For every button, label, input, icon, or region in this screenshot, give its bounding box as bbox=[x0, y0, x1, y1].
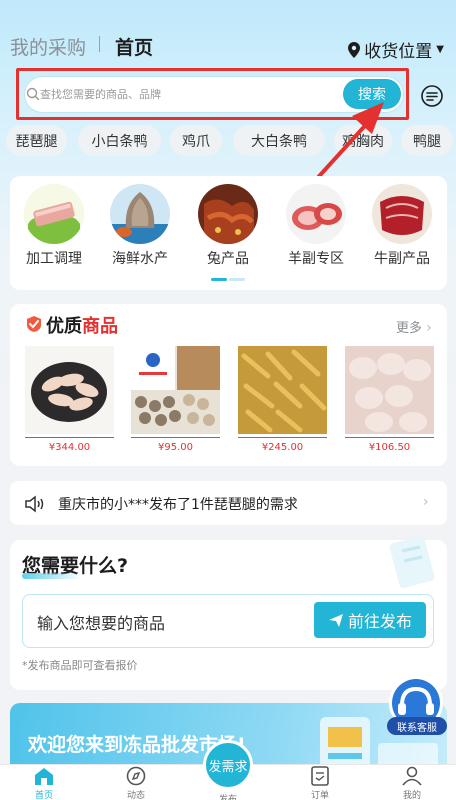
chevron-right-icon: › bbox=[423, 494, 429, 510]
product-card[interactable]: ¥106.50 bbox=[345, 346, 434, 453]
demand-input-placeholder[interactable]: 输入您想要的商品 bbox=[37, 610, 165, 634]
delivery-location-selector[interactable]: 收货位置 ▼ bbox=[348, 37, 444, 62]
product-image bbox=[131, 346, 220, 434]
customer-service-label[interactable]: 联系客服 bbox=[387, 717, 447, 735]
product-card[interactable]: ¥245.00 bbox=[238, 346, 327, 453]
category-lamb[interactable]: 羊副专区 bbox=[284, 184, 348, 268]
nav-label: 首页 bbox=[34, 791, 53, 800]
price-divider bbox=[25, 437, 114, 438]
product-price: ¥245.00 bbox=[261, 442, 304, 453]
quality-badge-icon bbox=[27, 316, 41, 332]
category-processed[interactable]: 加工调理 bbox=[22, 184, 86, 268]
tag-item[interactable]: 小白条鸭 bbox=[78, 125, 161, 156]
category-rabbit[interactable]: 兔产品 bbox=[196, 184, 260, 268]
product-price: ¥95.00 bbox=[158, 442, 193, 453]
nav-label: 订单 bbox=[310, 791, 329, 800]
title-underline bbox=[22, 573, 82, 579]
location-pin-icon bbox=[348, 41, 361, 58]
category-label: 兔产品 bbox=[207, 251, 249, 267]
price-divider bbox=[345, 437, 434, 438]
price-divider bbox=[131, 437, 220, 438]
document-decoration-icon bbox=[389, 536, 435, 588]
product-image bbox=[345, 346, 434, 434]
nav-orders[interactable]: 订单 bbox=[292, 766, 348, 800]
speaker-icon bbox=[25, 495, 44, 513]
category-seafood[interactable]: 海鲜水产 bbox=[108, 184, 172, 268]
carousel-indicator bbox=[211, 278, 245, 281]
tab-home[interactable]: 首页 bbox=[115, 33, 153, 60]
message-icon[interactable] bbox=[420, 84, 444, 108]
nav-dynamic[interactable]: 动态 bbox=[108, 766, 164, 800]
price-divider bbox=[238, 437, 327, 438]
category-label: 牛副产品 bbox=[374, 251, 430, 267]
go-publish-button[interactable]: 前往发布 bbox=[314, 602, 426, 638]
location-label: 收货位置 bbox=[364, 42, 433, 62]
category-label: 加工调理 bbox=[26, 251, 82, 267]
orders-icon bbox=[311, 766, 329, 786]
category-image bbox=[372, 184, 432, 244]
post-demand-fab[interactable]: 发需求 bbox=[203, 740, 253, 790]
send-icon bbox=[328, 614, 343, 627]
nav-label: 发布 bbox=[218, 795, 237, 800]
category-image bbox=[110, 184, 170, 244]
user-icon bbox=[402, 766, 422, 786]
nav-label: 动态 bbox=[126, 791, 145, 800]
category-image bbox=[198, 184, 258, 244]
header-divider bbox=[99, 36, 100, 52]
tag-item[interactable]: 鸡爪 bbox=[170, 125, 222, 156]
search-button[interactable]: 搜索 bbox=[343, 79, 401, 109]
home-icon bbox=[35, 768, 53, 785]
demand-notice-text: 重庆市的小***发布了1件琵琶腿的需求 bbox=[58, 497, 298, 513]
product-image bbox=[238, 346, 327, 434]
nav-mine[interactable]: 我的 bbox=[384, 766, 440, 800]
search-icon bbox=[26, 87, 40, 101]
tag-item[interactable]: 大白条鸭 bbox=[233, 125, 325, 156]
product-card[interactable]: ¥344.00 bbox=[25, 346, 114, 453]
category-label: 海鲜水产 bbox=[112, 251, 168, 267]
tag-item[interactable]: 鸭腿 bbox=[401, 125, 453, 156]
product-card[interactable]: ¥95.00 bbox=[131, 346, 220, 453]
hot-search-tags: 琵琶腿 小白条鸭 鸡爪 大白条鸭 鸡胸肉 鸭腿 bbox=[0, 125, 456, 157]
product-price: ¥106.50 bbox=[368, 442, 411, 453]
chevron-down-icon: ▼ bbox=[436, 44, 444, 55]
category-image bbox=[286, 184, 346, 244]
nav-home[interactable]: 首页 bbox=[16, 766, 72, 800]
quality-products-title: 优质商品 bbox=[46, 316, 118, 337]
product-image bbox=[25, 346, 114, 434]
category-beef[interactable]: 牛副产品 bbox=[370, 184, 434, 268]
nav-label: 我的 bbox=[402, 791, 421, 800]
search-input[interactable] bbox=[40, 83, 330, 105]
compass-icon bbox=[126, 766, 146, 786]
category-label: 羊副专区 bbox=[288, 251, 344, 267]
tab-my-purchases[interactable]: 我的采购 bbox=[10, 33, 86, 60]
publish-hint: *发布商品即可查看报价 bbox=[22, 659, 138, 672]
more-link[interactable]: 更多 › bbox=[396, 317, 432, 336]
tag-item[interactable]: 琵琶腿 bbox=[6, 125, 67, 156]
category-image bbox=[24, 184, 84, 244]
chevron-right-icon: › bbox=[426, 320, 432, 336]
tag-item[interactable]: 鸡胸肉 bbox=[334, 125, 392, 156]
product-price: ¥344.00 bbox=[48, 442, 91, 453]
